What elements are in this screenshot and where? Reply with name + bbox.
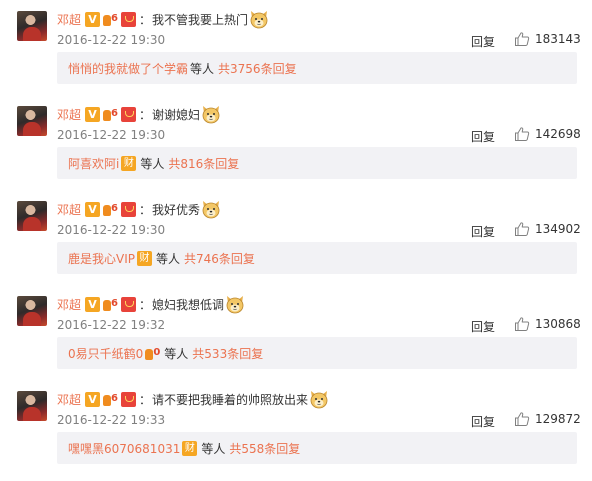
- reply-button[interactable]: 回复: [471, 33, 495, 50]
- vip-level-icon[interactable]: [103, 202, 118, 217]
- comment-text: 媳妇我想低调: [152, 297, 225, 312]
- comment-header: 邓超 V ： 请不要把我睡着的帅照放出来: [57, 389, 329, 409]
- comment-time: 2016-12-22 19:30: [57, 128, 166, 142]
- reply-button[interactable]: 回复: [471, 318, 495, 335]
- comment-text: 谢谢媳妇: [152, 107, 201, 122]
- wealth-badge-icon[interactable]: 财: [182, 440, 198, 456]
- avatar[interactable]: [17, 201, 47, 231]
- like-button[interactable]: 142698: [514, 126, 581, 142]
- reply-total-link[interactable]: 共558条回复: [229, 440, 300, 457]
- reply-total-link[interactable]: 共533条回复: [192, 345, 263, 362]
- like-count: 134902: [535, 222, 581, 236]
- thumbs-up-icon: [515, 317, 530, 331]
- red-packet-icon[interactable]: [121, 11, 137, 27]
- comment-time: 2016-12-22 19:32: [57, 318, 166, 332]
- doge-emoji-icon: [202, 201, 220, 219]
- reply-others-label: 等人: [190, 61, 215, 76]
- thumbs-up-icon: [515, 127, 530, 141]
- like-count: 129872: [535, 412, 581, 426]
- reply-total-link[interactable]: 共746条回复: [184, 250, 255, 267]
- thumbs-up-icon: [515, 32, 530, 46]
- colon: ：: [139, 297, 152, 312]
- like-count: 130868: [535, 317, 581, 331]
- reply-user-link[interactable]: 阿喜欢阿i: [68, 155, 119, 172]
- reply-user-link[interactable]: 嘿嘿黑6070681031: [68, 440, 180, 457]
- username-link[interactable]: 邓超: [57, 296, 81, 313]
- like-count: 183143: [535, 32, 581, 46]
- reply-user-link[interactable]: 0易只千纸鹤0: [68, 345, 143, 362]
- doge-emoji-icon: [202, 106, 220, 124]
- verified-v-icon[interactable]: V: [85, 296, 101, 312]
- red-packet-icon[interactable]: [121, 201, 137, 217]
- comment-text: 我不管我要上热门: [152, 12, 249, 27]
- comment-time: 2016-12-22 19:33: [57, 413, 166, 427]
- reply-total-link[interactable]: 共816条回复: [168, 155, 239, 172]
- comment-time: 2016-12-22 19:30: [57, 223, 166, 237]
- vip-level-icon[interactable]: [103, 107, 118, 122]
- like-button[interactable]: 134902: [514, 221, 581, 237]
- username-link[interactable]: 邓超: [57, 201, 81, 218]
- verified-v-icon[interactable]: V: [85, 391, 101, 407]
- reply-summary[interactable]: 0易只千纸鹤0 等人 共533条回复: [57, 337, 577, 369]
- vip-level-icon[interactable]: [103, 297, 118, 312]
- colon: ：: [139, 392, 152, 407]
- doge-emoji-icon: [310, 391, 328, 409]
- vip-level-icon[interactable]: [103, 392, 118, 407]
- colon: ：: [139, 202, 152, 217]
- comment-item: 邓超 V ： 我不管我要上热门 2016-12-22 19:30 回复: [0, 0, 592, 95]
- comment-header: 邓超 V ： 我不管我要上热门: [57, 9, 269, 29]
- doge-emoji-icon: [250, 11, 268, 29]
- username-link[interactable]: 邓超: [57, 391, 81, 408]
- thumbs-up-icon: [515, 222, 530, 236]
- verified-v-icon[interactable]: V: [85, 11, 101, 27]
- reply-others-label: 等人: [201, 441, 226, 456]
- reply-button[interactable]: 回复: [471, 413, 495, 430]
- avatar[interactable]: [17, 391, 47, 421]
- comment-item: 邓超 V ： 请不要把我睡着的帅照放出来 2016-12-22 19:33 回复: [0, 380, 592, 475]
- colon: ：: [139, 12, 152, 27]
- reply-summary[interactable]: 悄悄的我就做了个学霸 等人 共3756条回复: [57, 52, 577, 84]
- reply-others-label: 等人: [164, 346, 189, 361]
- thumbs-up-icon: [515, 412, 530, 426]
- verified-v-icon[interactable]: V: [85, 106, 101, 122]
- like-button[interactable]: 130868: [514, 316, 581, 332]
- wealth-badge-icon[interactable]: 财: [121, 155, 137, 171]
- comment-text: 我好优秀: [152, 202, 201, 217]
- comment-time: 2016-12-22 19:30: [57, 33, 166, 47]
- doge-emoji-icon: [226, 296, 244, 314]
- reply-summary[interactable]: 嘿嘿黑6070681031 财 等人 共558条回复: [57, 432, 577, 464]
- vip-level-icon[interactable]: [103, 12, 118, 27]
- comment-item: 邓超 V ： 谢谢媳妇 2016-12-22 19:30 回复: [0, 95, 592, 190]
- comment-header: 邓超 V ： 媳妇我想低调: [57, 294, 245, 314]
- reply-others-label: 等人: [140, 156, 165, 171]
- avatar[interactable]: [17, 11, 47, 41]
- avatar[interactable]: [17, 106, 47, 136]
- verified-v-icon[interactable]: V: [85, 201, 101, 217]
- wealth-badge-icon[interactable]: 财: [137, 250, 152, 266]
- reply-total-link[interactable]: 共3756条回复: [218, 60, 297, 77]
- username-link[interactable]: 邓超: [57, 106, 81, 123]
- red-packet-icon[interactable]: [121, 106, 137, 122]
- reply-user-link[interactable]: 悄悄的我就做了个学霸: [68, 60, 188, 77]
- comment-item: 邓超 V ： 媳妇我想低调 2016-12-22 19:32 回复: [0, 285, 592, 380]
- reply-others-label: 等人: [156, 251, 181, 266]
- like-button[interactable]: 129872: [514, 411, 581, 427]
- reply-button[interactable]: 回复: [471, 128, 495, 145]
- username-link[interactable]: 邓超: [57, 11, 81, 28]
- red-packet-icon[interactable]: [121, 296, 137, 312]
- comment-header: 邓超 V ： 谢谢媳妇: [57, 104, 221, 124]
- comment-header: 邓超 V ： 我好优秀: [57, 199, 221, 219]
- avatar[interactable]: [17, 296, 47, 326]
- reply-user-link[interactable]: 鹿是我心VIP: [68, 250, 135, 267]
- comment-item: 邓超 V ： 我好优秀 2016-12-22 19:30 回复: [0, 190, 592, 285]
- red-packet-icon[interactable]: [121, 391, 137, 407]
- comment-text: 请不要把我睡着的帅照放出来: [152, 392, 309, 407]
- reply-summary[interactable]: 阿喜欢阿i 财 等人 共816条回复: [57, 147, 577, 179]
- vip-level-icon[interactable]: [145, 346, 160, 361]
- colon: ：: [139, 107, 152, 122]
- reply-summary[interactable]: 鹿是我心VIP 财 等人 共746条回复: [57, 242, 577, 274]
- like-count: 142698: [535, 127, 581, 141]
- like-button[interactable]: 183143: [514, 31, 581, 47]
- reply-button[interactable]: 回复: [471, 223, 495, 240]
